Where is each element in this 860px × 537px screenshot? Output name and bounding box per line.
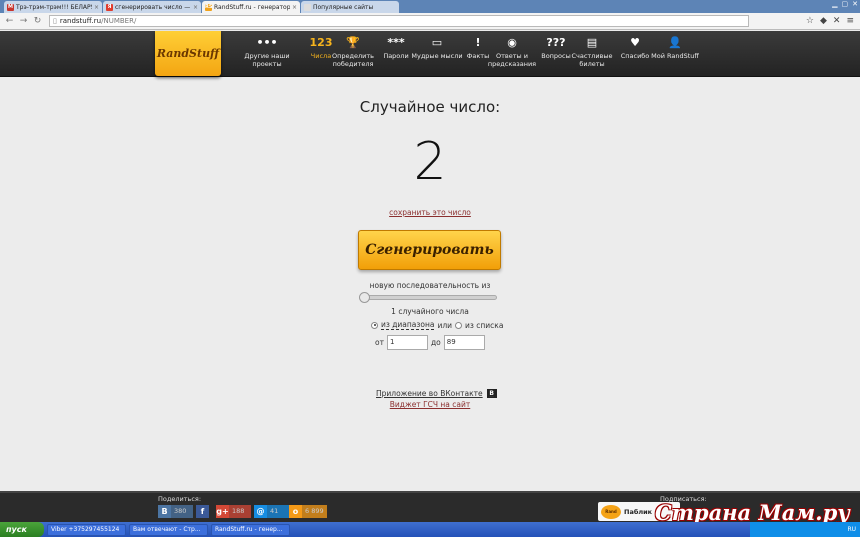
forward-icon[interactable]: → <box>18 16 29 27</box>
mode-selector: из диапазона или из списка <box>371 320 503 330</box>
browser-tab[interactable]: Популярные сайты <box>301 1 399 13</box>
close-icon[interactable]: × <box>193 4 198 11</box>
count-slider[interactable] <box>359 292 497 303</box>
to-input[interactable]: 89 <box>443 335 485 350</box>
public-button-label: Паблик <box>624 507 653 516</box>
main-content: Случайное число: 2 сохранить это число С… <box>0 78 860 491</box>
tab-favicon: M <box>7 3 14 11</box>
url-host: randstuff.ru <box>59 17 102 25</box>
share-odnoklassniki[interactable]: о6 899 <box>289 505 327 518</box>
vk-icon: В <box>486 389 497 398</box>
share-mailru[interactable]: @41 <box>254 505 289 518</box>
vk-app-link-label[interactable]: Приложение во ВКонтакте <box>376 389 483 398</box>
close-icon[interactable]: × <box>292 4 297 11</box>
nav-label: Мой RandStuff <box>651 52 699 60</box>
toolbar-icons: ☆ ◆ ✕ ≡ <box>806 16 854 26</box>
taskbar-item[interactable]: Viber +375297455124 <box>47 523 126 536</box>
bookmark-star-icon[interactable]: ☆ <box>806 16 814 26</box>
count-label: 1 случайного числа <box>391 307 469 316</box>
share-facebook[interactable]: f <box>196 505 209 518</box>
close-window-icon[interactable]: ✕ <box>852 0 858 8</box>
system-tray: RU <box>750 522 860 537</box>
tools-icon[interactable]: ✕ <box>833 16 841 26</box>
site-logo[interactable]: RandStuff <box>155 31 221 76</box>
page-icon: ▯ <box>53 17 57 25</box>
dots-icon: ••• <box>256 36 278 49</box>
random-number-display: 2 <box>413 132 447 192</box>
share-count: 6 899 <box>302 505 327 518</box>
browser-tab-active[interactable]: RSRandStuff.ru - генератор сл× <box>202 1 300 13</box>
url-path: /NUMBER/ <box>101 17 137 25</box>
from-input[interactable]: 1 <box>386 335 428 350</box>
share-google-plus[interactable]: g+ 188 <box>216 505 251 518</box>
tab-favicon: Я <box>106 3 113 11</box>
odnoklassniki-icon: о <box>289 505 302 518</box>
google-plus-icon: g+ <box>216 505 229 518</box>
share-count: 41 <box>267 505 289 518</box>
sequence-label: новую последовательность из <box>369 281 491 290</box>
back-icon[interactable]: ← <box>4 16 15 27</box>
tab-title: Трэ-трэм-трэм!!! БЕЛАРУС <box>16 3 92 11</box>
list-radio[interactable] <box>455 321 463 329</box>
or-text: или <box>437 320 453 330</box>
minimize-icon[interactable]: ▁ <box>832 0 837 8</box>
reload-icon[interactable]: ↻ <box>32 16 43 27</box>
slider-handle[interactable] <box>359 292 370 303</box>
mailru-icon: @ <box>254 505 267 518</box>
browser-tab[interactable]: Ясгенерировать число — Ян× <box>103 1 201 13</box>
share-vk[interactable]: В 380 <box>158 505 193 518</box>
share-count: 380 <box>171 505 193 518</box>
public-logo-icon: Rand <box>601 504 621 519</box>
nav-my-randstuff[interactable]: 👤 Мой RandStuff <box>649 36 701 60</box>
generate-button[interactable]: Сгенерировать <box>358 230 501 270</box>
browser-tab[interactable]: M Трэ-трэм-трэм!!! БЕЛАРУС × <box>4 1 102 13</box>
tab-favicon <box>304 3 311 11</box>
save-number-link-label[interactable]: сохранить это число <box>389 208 471 217</box>
save-number-link[interactable]: сохранить это число <box>0 208 860 217</box>
browser-tab-strip: M Трэ-трэм-трэм!!! БЕЛАРУС × Ясгенерироват… <box>0 0 860 13</box>
site-navbar: RandStuff ••• Другие наши проекты 123 Числа… <box>0 31 860 77</box>
url-field[interactable]: ▯ randstuff.ru/NUMBER/ <box>49 15 749 27</box>
range-option-label[interactable]: из диапазона <box>381 320 435 330</box>
facebook-icon: f <box>196 505 209 518</box>
nav-other-projects[interactable]: ••• Другие наши проекты <box>241 36 293 68</box>
vk-app-link[interactable]: Приложение во ВКонтакте В <box>376 389 497 398</box>
menu-icon[interactable]: ≡ <box>846 16 854 26</box>
taskbar-item[interactable]: RandStuff.ru - генер... <box>211 523 290 536</box>
extension-icon[interactable]: ◆ <box>820 16 827 26</box>
window-controls: ▁ ▢ ✕ <box>832 0 858 8</box>
range-inputs: от 1 до 89 <box>375 335 488 350</box>
vk-icon: В <box>158 505 171 518</box>
close-icon[interactable]: × <box>94 4 99 11</box>
address-bar-row: ← → ↻ ▯ randstuff.ru/NUMBER/ ☆ ◆ ✕ ≡ <box>0 13 860 30</box>
maximize-icon[interactable]: ▢ <box>842 0 849 8</box>
tab-title: RandStuff.ru - генератор сл <box>214 3 290 11</box>
user-icon: 👤 <box>668 36 682 49</box>
share-label: Поделиться: <box>158 495 202 503</box>
range-radio[interactable] <box>371 321 378 329</box>
os-taskbar: пуск Viber +375297455124 Вам отвечают - … <box>0 522 860 537</box>
from-label: от <box>375 338 384 347</box>
taskbar-item[interactable]: Вам отвечают - Стр... <box>129 523 208 536</box>
to-label: до <box>430 338 441 347</box>
tab-title: Популярные сайты <box>313 3 374 11</box>
page-title: Случайное число: <box>359 98 501 116</box>
tab-favicon: RS <box>205 3 213 11</box>
widget-link[interactable]: Виджет ГСЧ на сайт <box>0 400 860 409</box>
nav-label: Другие наши проекты <box>244 52 290 68</box>
widget-link-label[interactable]: Виджет ГСЧ на сайт <box>390 400 471 409</box>
language-indicator[interactable]: RU <box>847 526 856 533</box>
tab-title: сгенерировать число — Ян <box>115 3 191 11</box>
start-button[interactable]: пуск <box>0 522 44 537</box>
share-count: 188 <box>229 505 251 518</box>
list-option-label[interactable]: из списка <box>465 321 503 330</box>
